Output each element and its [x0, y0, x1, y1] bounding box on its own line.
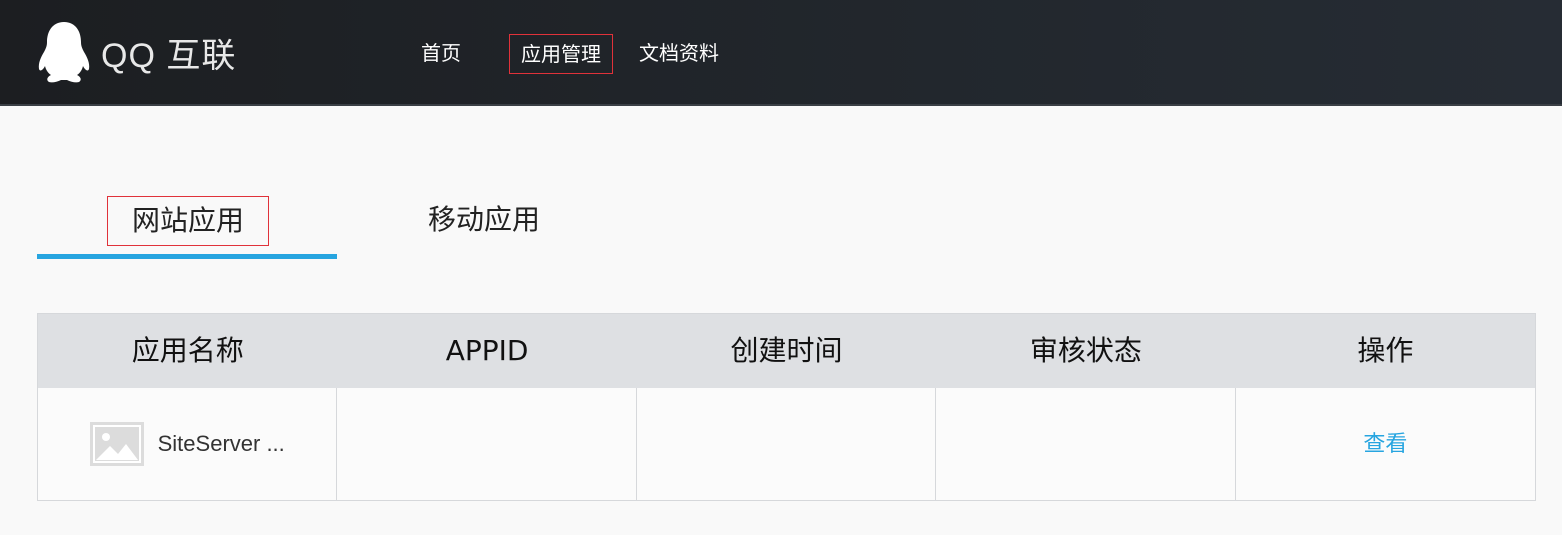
- logo-text: QQ 互联: [101, 36, 237, 75]
- tab-mobile-apps[interactable]: 移动应用: [428, 196, 540, 246]
- table-row: SiteServer ... 查看: [38, 388, 1535, 500]
- cell-appid: [337, 388, 637, 500]
- active-tab-indicator: [37, 254, 337, 259]
- cell-review-status: [936, 388, 1236, 500]
- view-link[interactable]: 查看: [1236, 426, 1535, 458]
- cell-actions: 查看: [1236, 388, 1535, 500]
- qq-connect-logo[interactable]: QQ 互联: [37, 20, 236, 84]
- column-header-created-time: 创建时间: [730, 334, 843, 367]
- column-header-appid: APPID: [445, 334, 529, 367]
- column-header-actions: 操作: [1357, 334, 1414, 367]
- nav-documentation[interactable]: 文档资料: [639, 34, 719, 74]
- qq-penguin-icon: [38, 22, 90, 83]
- app-name[interactable]: SiteServer ...: [158, 431, 285, 457]
- tab-website-apps[interactable]: 网站应用: [107, 196, 269, 246]
- nav-home[interactable]: 首页: [421, 34, 461, 74]
- cell-created-time: [637, 388, 937, 500]
- image-placeholder-icon: [89, 422, 144, 466]
- column-header-review-status: 审核状态: [1029, 334, 1142, 367]
- app-table: 应用名称 APPID 创建时间 审核状态 操作 SiteServer ... 查…: [37, 313, 1536, 501]
- table-header: 应用名称 APPID 创建时间 审核状态 操作: [38, 314, 1535, 388]
- cell-app-name: SiteServer ...: [38, 388, 338, 500]
- column-header-app-name: 应用名称: [131, 334, 244, 367]
- top-navbar: QQ 互联 首页 应用管理 文档资料: [0, 0, 1562, 106]
- nav-app-management[interactable]: 应用管理: [509, 34, 613, 74]
